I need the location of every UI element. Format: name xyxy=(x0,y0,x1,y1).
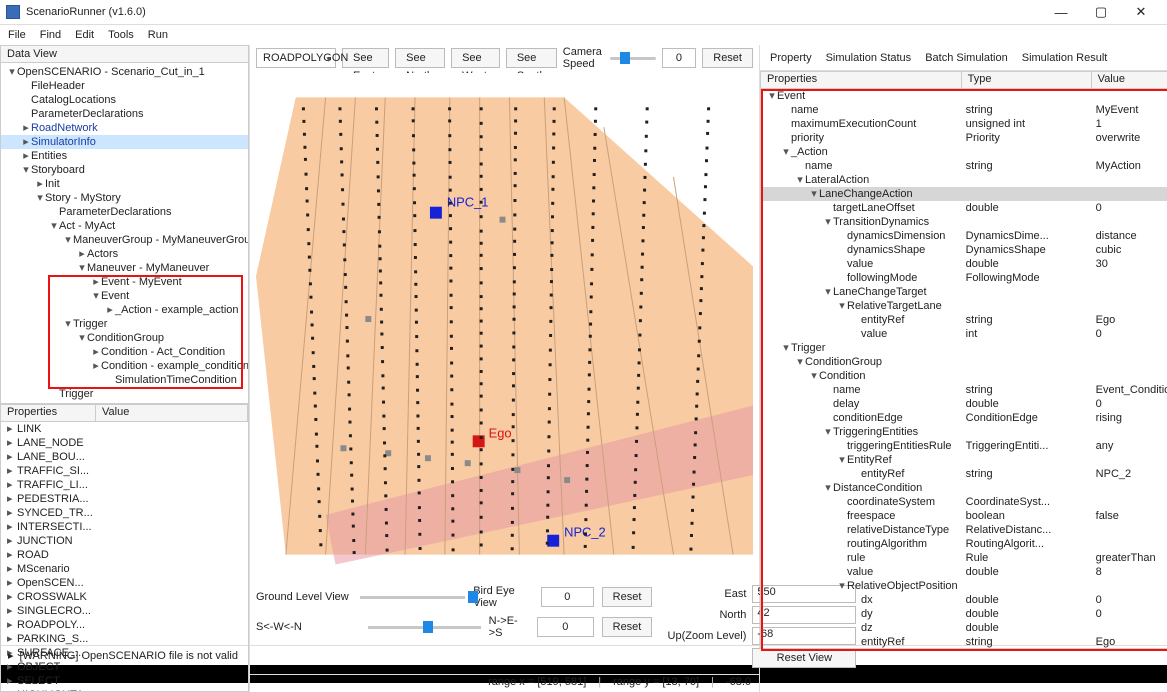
proplist-item[interactable]: ▸OpenSCEN... xyxy=(1,576,248,590)
status-range-x: range x = [519, 581] xyxy=(488,676,586,691)
tree-view[interactable]: ▾OpenSCENARIO - Scenario_Cut_in_1FileHea… xyxy=(0,63,249,404)
tab-simulation-result[interactable]: Simulation Result xyxy=(1022,52,1108,64)
proplist-item[interactable]: ▸TRAFFIC_SI... xyxy=(1,464,248,478)
expand-icon[interactable]: ▸ xyxy=(8,649,14,662)
see-east-button[interactable]: See East xyxy=(342,48,389,68)
prop-grid-header: Properties Type Value xyxy=(760,71,1167,89)
nes-value[interactable]: 0 xyxy=(537,617,594,637)
menu-file[interactable]: File xyxy=(8,29,26,41)
tree-item[interactable]: Trigger xyxy=(1,387,248,401)
tree-item[interactable]: ParameterDeclarations xyxy=(1,205,248,219)
highlight-box-tree xyxy=(48,275,243,389)
camera-speed-slider[interactable] xyxy=(610,49,655,67)
col-properties: Properties xyxy=(1,405,96,421)
ego-label: Ego xyxy=(489,425,512,440)
proplist-item[interactable]: ▸MScenario xyxy=(1,562,248,576)
highlight-box-properties xyxy=(761,89,1167,651)
tree-item[interactable]: ParameterDeclarations xyxy=(1,107,248,121)
tree-item[interactable]: ▾ManeuverGroup - MyManeuverGroup xyxy=(1,233,248,247)
tree-item[interactable]: ▸Init xyxy=(1,177,248,191)
sw-n-label: S<-W<-N xyxy=(256,621,360,633)
right-tabs: Property Simulation Status Batch Simulat… xyxy=(760,45,1167,71)
menu-find[interactable]: Find xyxy=(40,29,61,41)
proplist-item[interactable]: ▸PEDESTRIA... xyxy=(1,492,248,506)
maximize-button[interactable]: ▢ xyxy=(1081,1,1121,23)
see-south-button[interactable]: See South xyxy=(506,48,557,68)
tree-item[interactable]: ▾Storyboard xyxy=(1,163,248,177)
tree-item[interactable]: ▸Actors xyxy=(1,247,248,261)
titlebar: ScenarioRunner (v1.6.0) — ▢ ✕ xyxy=(0,0,1167,25)
ground-view-label: Ground Level View xyxy=(256,591,352,603)
camera-reset-button[interactable]: Reset xyxy=(702,48,753,68)
tree-item[interactable]: ▸SimulatorInfo xyxy=(1,135,248,149)
view-slider-1[interactable] xyxy=(360,588,465,606)
reset-view-1[interactable]: Reset xyxy=(602,587,653,607)
tree-item[interactable]: ▾Maneuver - MyManeuver xyxy=(1,261,248,275)
bird-view-value[interactable]: 0 xyxy=(541,587,594,607)
proplist-item[interactable]: ▸SYNCED_TR... xyxy=(1,506,248,520)
proplist-item[interactable]: ▸SINGLECRO... xyxy=(1,604,248,618)
proplist-item[interactable]: ▸LANE_BOU... xyxy=(1,450,248,464)
tree-item[interactable]: ▸RoadNetwork xyxy=(1,121,248,135)
status-range-y: range y = [13, 70] xyxy=(613,676,699,691)
tab-batch-simulation[interactable]: Batch Simulation xyxy=(925,52,1008,64)
proplist-item[interactable]: ▸JUNCTION xyxy=(1,534,248,548)
menubar: File Find Edit Tools Run xyxy=(0,25,1167,45)
bird-view-label: Bird Eye View xyxy=(473,585,533,609)
east-label: East xyxy=(656,588,746,600)
col-value: Value xyxy=(96,405,248,421)
proplist-item[interactable]: ▸LINK xyxy=(1,422,248,436)
tree-item[interactable]: FileHeader xyxy=(1,79,248,93)
camera-speed-label: Camera Speed xyxy=(563,46,605,70)
tree-item[interactable]: ▾Act - MyAct xyxy=(1,219,248,233)
proplist-item[interactable]: ▸ROADPOLY... xyxy=(1,618,248,632)
window-title: ScenarioRunner (v1.6.0) xyxy=(26,6,146,18)
menu-edit[interactable]: Edit xyxy=(75,29,94,41)
proplist-item[interactable]: ▸OBJECT xyxy=(1,660,248,674)
dataview-title: Data View xyxy=(0,45,249,63)
up-label: Up(Zoom Level) xyxy=(656,630,746,642)
layer-dropdown[interactable]: ROADPOLYGON xyxy=(256,48,336,68)
tree-item[interactable]: ▸Entities xyxy=(1,149,248,163)
tree-item[interactable]: ▾Story - MyStory xyxy=(1,191,248,205)
proplist-item[interactable]: ▸HIGHLIGHT1 xyxy=(1,688,248,692)
view-slider-2[interactable] xyxy=(368,618,481,636)
tab-property[interactable]: Property xyxy=(770,52,812,64)
proplist-item[interactable]: ▸INTERSECTI... xyxy=(1,520,248,534)
proplist-item[interactable]: ▸PARKING_S... xyxy=(1,632,248,646)
minimize-button[interactable]: — xyxy=(1041,1,1081,23)
proplist-item[interactable]: ▸ROAD xyxy=(1,548,248,562)
tree-item[interactable]: CatalogLocations xyxy=(1,93,248,107)
app-icon xyxy=(6,5,20,19)
camera-speed-value[interactable]: 0 xyxy=(662,48,697,68)
left-props-header: Properties Value xyxy=(0,404,249,422)
ne-s-label: N->E->S xyxy=(489,615,529,639)
viewport-status: range x = [519, 581] | range y = [13, 70… xyxy=(250,674,759,692)
status-message: [WARNING] OpenSCENARIO file is not valid xyxy=(20,650,238,662)
proplist-item[interactable]: ▸LANE_NODE xyxy=(1,436,248,450)
viewport-3d[interactable]: NPC_1 Ego NPC_2 xyxy=(256,73,753,579)
north-label: North xyxy=(656,609,746,621)
col-type: Type xyxy=(962,72,1092,88)
tab-simulation-status[interactable]: Simulation Status xyxy=(826,52,912,64)
proplist-item[interactable]: ▸TRAFFIC_LI... xyxy=(1,478,248,492)
menu-run[interactable]: Run xyxy=(148,29,168,41)
tree-item[interactable]: ▾OpenSCENARIO - Scenario_Cut_in_1 xyxy=(1,65,248,79)
col-value: Value xyxy=(1092,72,1167,88)
col-properties: Properties xyxy=(761,72,962,88)
see-north-button[interactable]: See North xyxy=(395,48,445,68)
status-z: -68.0 xyxy=(726,676,751,691)
proplist-item[interactable]: ▸SELECT xyxy=(1,674,248,688)
npc2-label: NPC_2 xyxy=(564,525,606,540)
proplist-item[interactable]: ▸CROSSWALK xyxy=(1,590,248,604)
menu-tools[interactable]: Tools xyxy=(108,29,134,41)
reset-view-2[interactable]: Reset xyxy=(602,617,653,637)
see-west-button[interactable]: See West xyxy=(451,48,500,68)
viewport-toolbar: ROADPOLYGON See East See North See West … xyxy=(250,45,759,71)
close-button[interactable]: ✕ xyxy=(1121,1,1161,23)
